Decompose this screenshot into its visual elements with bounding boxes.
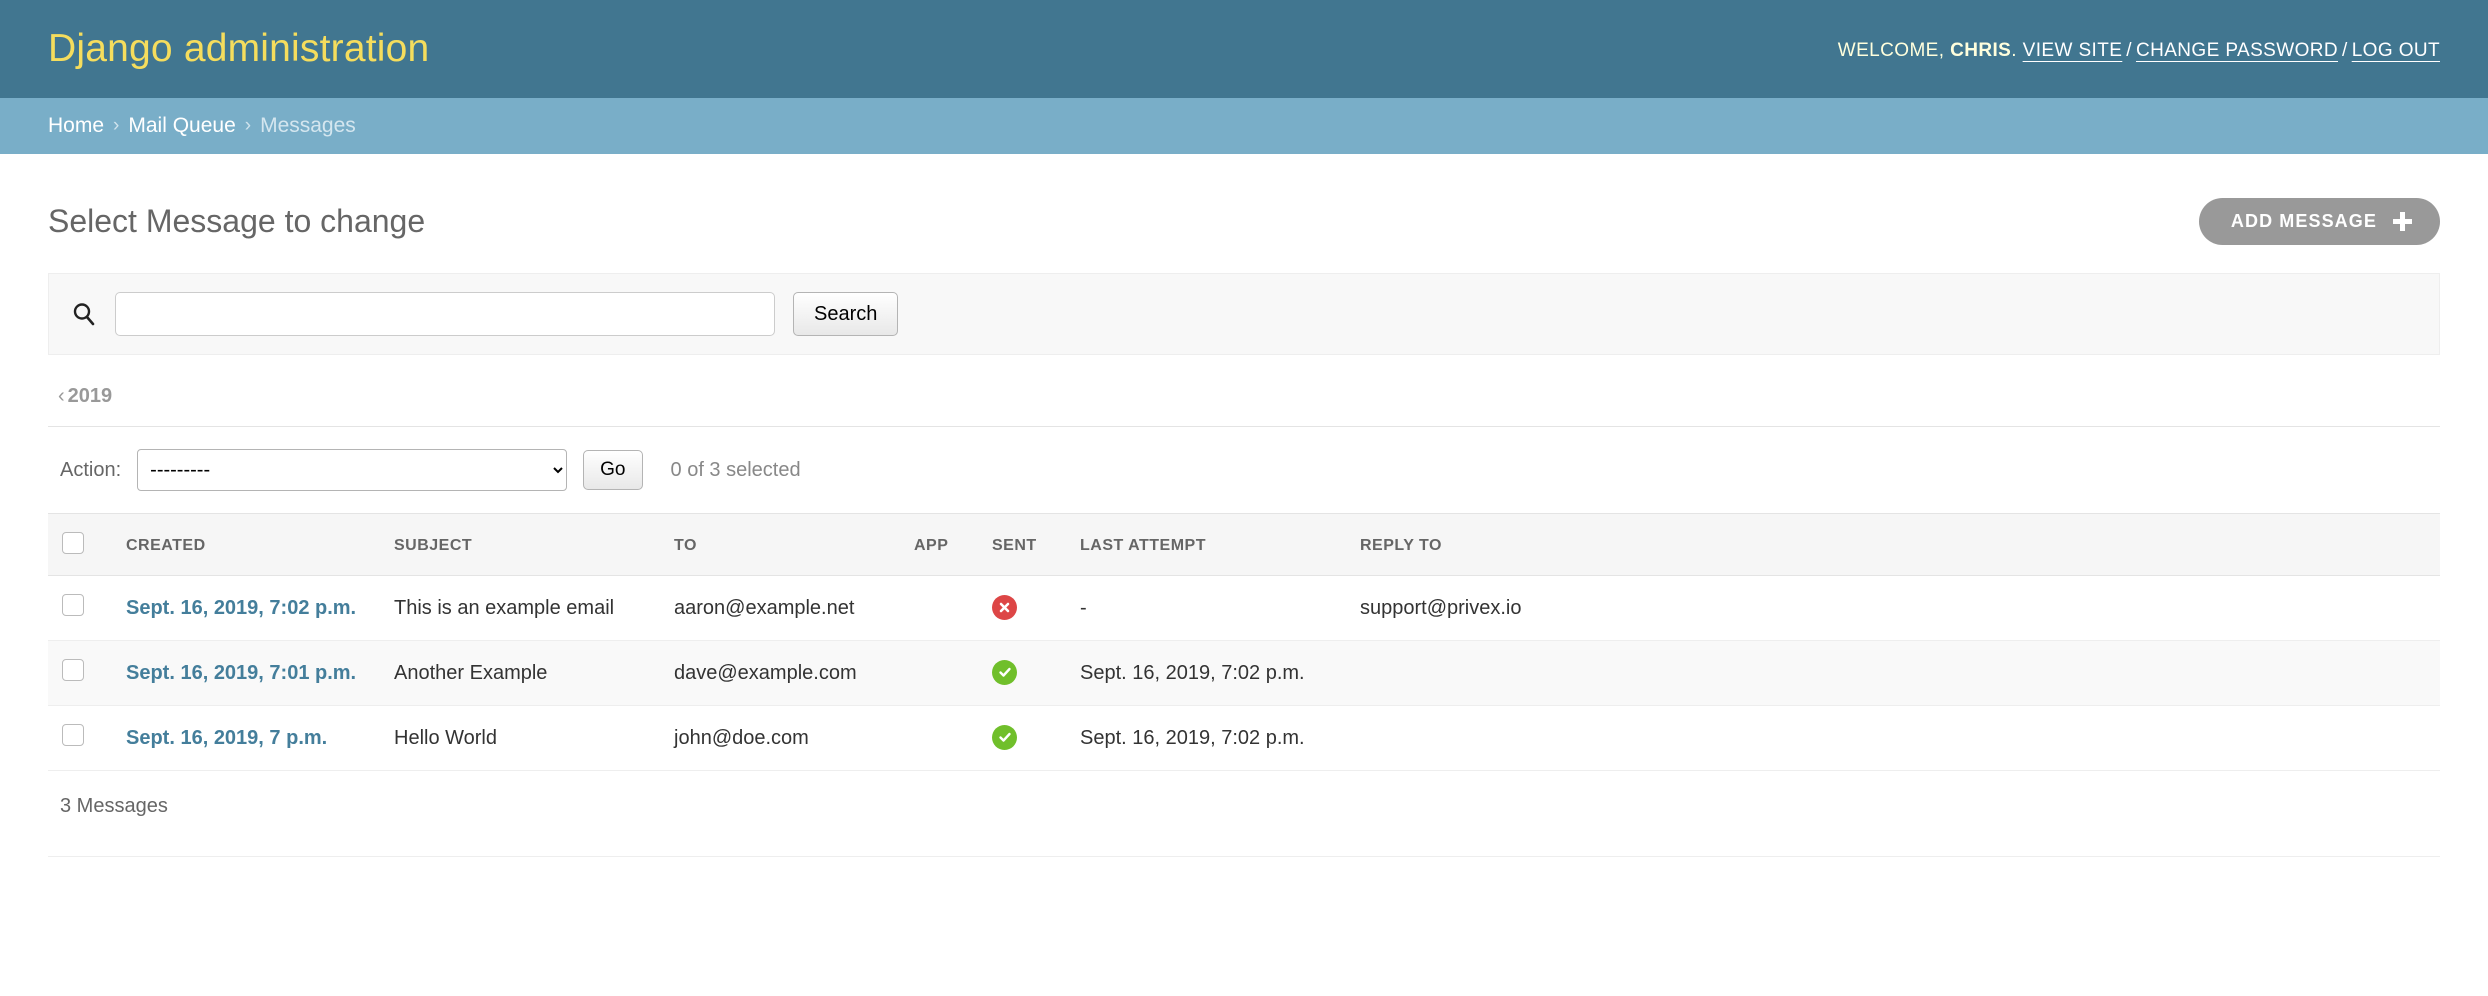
- column-header-app[interactable]: APP: [904, 514, 982, 576]
- title-row: Select Message to change ADD MESSAGE: [48, 154, 2440, 273]
- row-checkbox[interactable]: [62, 594, 84, 616]
- welcome-text: WELCOME,: [1837, 40, 1951, 61]
- table-header-row: CREATED SUBJECT TO APP SENT LAST ATTEMPT…: [48, 514, 2440, 576]
- breadcrumb: Home › Mail Queue › Messages: [0, 98, 2488, 154]
- breadcrumb-item-home[interactable]: Home: [48, 114, 104, 138]
- footer-divider: [48, 856, 2440, 857]
- action-label: Action:: [60, 458, 122, 481]
- column-header-reply-to[interactable]: REPLY TO: [1350, 514, 2440, 576]
- selection-counter: 0 of 3 selected: [670, 458, 801, 481]
- cell-subject: Hello World: [384, 705, 664, 771]
- message-link[interactable]: Sept. 16, 2019, 7 p.m.: [126, 727, 327, 749]
- table-row: Sept. 16, 2019, 7:02 p.m. This is an exa…: [48, 575, 2440, 641]
- column-header-select-all: [48, 514, 94, 576]
- cell-last-attempt: -: [1070, 575, 1350, 641]
- check-circle-icon: [992, 724, 1017, 750]
- table-row: Sept. 16, 2019, 7 p.m. Hello World john@…: [48, 705, 2440, 771]
- breadcrumb-item-messages: Messages: [260, 114, 356, 137]
- action-go-button[interactable]: Go: [583, 450, 643, 490]
- change-password-link[interactable]: CHANGE PASSWORD: [2136, 40, 2338, 61]
- column-header-subject[interactable]: SUBJECT: [384, 514, 664, 576]
- cross-circle-icon: [992, 595, 1017, 620]
- site-title[interactable]: Django administration: [48, 27, 429, 71]
- breadcrumb-item-mail-queue[interactable]: Mail Queue: [128, 114, 235, 138]
- add-message-button[interactable]: ADD MESSAGE: [2198, 198, 2440, 245]
- row-select-cell: [48, 705, 94, 771]
- search-input[interactable]: [115, 292, 775, 336]
- row-select-cell: [48, 575, 94, 641]
- cell-sent: [982, 705, 1070, 771]
- cell-sent: [982, 575, 1070, 641]
- row-select-cell: [48, 640, 94, 706]
- breadcrumb-separator-2: ›: [244, 115, 252, 136]
- row-checkbox[interactable]: [62, 659, 84, 681]
- cell-to: dave@example.com: [664, 640, 904, 706]
- message-link[interactable]: Sept. 16, 2019, 7:01 p.m.: [126, 662, 356, 684]
- cell-subject: Another Example: [384, 640, 664, 706]
- column-header-last-attempt[interactable]: LAST ATTEMPT: [1070, 514, 1350, 576]
- column-header-to[interactable]: TO: [664, 514, 904, 576]
- row-checkbox[interactable]: [62, 724, 84, 746]
- view-site-link[interactable]: VIEW SITE: [2023, 40, 2123, 61]
- paginator: 3 Messages: [60, 795, 168, 817]
- welcome-suffix: .: [2011, 40, 2017, 61]
- results-table-head: CREATED SUBJECT TO APP SENT LAST ATTEMPT…: [48, 514, 2440, 576]
- check-circle-icon: [992, 659, 1017, 685]
- actions-bar: Action: --------- Go 0 of 3 selected: [48, 427, 2440, 514]
- cell-reply-to: [1350, 705, 2440, 771]
- cell-created: Sept. 16, 2019, 7 p.m.: [94, 705, 384, 771]
- date-hierarchy-back-link[interactable]: ‹ 2019: [58, 385, 112, 407]
- site-header: Django administration WELCOME, CHRIS. VI…: [0, 0, 2488, 98]
- cell-app: [904, 640, 982, 706]
- cell-last-attempt: Sept. 16, 2019, 7:02 p.m.: [1070, 640, 1350, 706]
- date-hierarchy: ‹ 2019: [48, 355, 2440, 427]
- user-tools-separator-2: /: [2342, 40, 2348, 61]
- results-table-body: Sept. 16, 2019, 7:02 p.m. This is an exa…: [48, 575, 2440, 771]
- table-row: Sept. 16, 2019, 7:01 p.m. Another Exampl…: [48, 640, 2440, 706]
- plus-icon: [2393, 212, 2412, 231]
- date-hierarchy-year-label: 2019: [67, 385, 113, 407]
- column-header-created[interactable]: CREATED: [94, 514, 384, 576]
- cell-created: Sept. 16, 2019, 7:01 p.m.: [94, 640, 384, 706]
- column-header-sent[interactable]: SENT: [982, 514, 1070, 576]
- message-link[interactable]: Sept. 16, 2019, 7:02 p.m.: [126, 597, 356, 619]
- select-all-checkbox[interactable]: [62, 532, 84, 554]
- cell-reply-to: [1350, 640, 2440, 706]
- cell-to: john@doe.com: [664, 705, 904, 771]
- log-out-link[interactable]: LOG OUT: [2352, 40, 2440, 61]
- cell-subject: This is an example email: [384, 575, 664, 641]
- username-label: CHRIS: [1950, 40, 2012, 61]
- breadcrumb-separator-1: ›: [113, 115, 120, 136]
- search-icon: [71, 301, 97, 327]
- search-button[interactable]: Search: [793, 292, 899, 336]
- cell-app: [904, 705, 982, 771]
- cell-to: aaron@example.net: [664, 575, 904, 641]
- cell-app: [904, 575, 982, 641]
- results-table: CREATED SUBJECT TO APP SENT LAST ATTEMPT…: [48, 514, 2440, 771]
- user-tools-separator-1: /: [2126, 40, 2132, 61]
- cell-created: Sept. 16, 2019, 7:02 p.m.: [94, 575, 384, 641]
- page-title: Select Message to change: [48, 203, 426, 239]
- cell-reply-to: support@privex.io: [1350, 575, 2440, 641]
- user-tools: WELCOME, CHRIS. VIEW SITE / CHANGE PASSWOR…: [1838, 36, 2440, 62]
- main-content: Select Message to change ADD MESSAGE Sea…: [0, 154, 2488, 857]
- action-select[interactable]: ---------: [137, 449, 568, 491]
- chevron-left-icon: ‹: [58, 385, 65, 407]
- search-toolbar: Search: [48, 273, 2440, 355]
- cell-last-attempt: Sept. 16, 2019, 7:02 p.m.: [1070, 705, 1350, 771]
- cell-sent: [982, 640, 1070, 706]
- add-message-label: ADD MESSAGE: [2230, 211, 2377, 231]
